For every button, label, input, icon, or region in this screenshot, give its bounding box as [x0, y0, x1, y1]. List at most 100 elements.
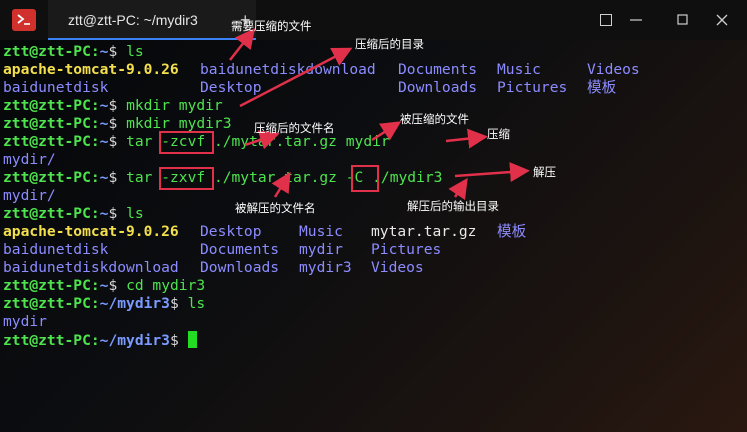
tab-title: ztt@ztt-PC: ~/mydir3: [68, 12, 198, 28]
dir-entry: 模板: [587, 79, 617, 96]
command-args: ./mydir3: [372, 169, 443, 186]
prompt-dollar: $: [108, 115, 118, 132]
ls-output-row: apache-tomcat-9.0.26 Desktop Music mytar.ta…: [3, 223, 747, 241]
prompt-user: ztt@ztt-PC: [3, 43, 91, 60]
close-button[interactable]: [704, 8, 740, 32]
command-text: ls: [126, 43, 144, 60]
annotation-label: 解压: [533, 167, 556, 179]
prompt-sep: :: [90, 332, 100, 349]
prompt-sep: :: [90, 295, 100, 312]
prompt-user: ztt@ztt-PC: [3, 295, 91, 312]
maximize-button[interactable]: [665, 8, 701, 32]
annotation-label: 压缩后的文件名: [254, 123, 335, 135]
command-text: ls: [126, 205, 144, 222]
command-args: ./mytar.tar.gz: [213, 169, 337, 186]
ls-output-row: baidunetdisk Documents mydir Pictures: [3, 241, 747, 259]
annotation-label: 被压缩的文件: [400, 114, 469, 126]
prompt-dollar: $: [108, 43, 118, 60]
tab-terminal[interactable]: ztt@ztt-PC: ~/mydir3: [48, 0, 256, 40]
prompt-dollar: $: [108, 133, 118, 150]
prompt-user: ztt@ztt-PC: [3, 332, 91, 349]
prompt-path: ~/mydir3: [99, 295, 170, 312]
terminal-line: ztt@ztt-PC:~$ mkdir mydir: [3, 97, 747, 115]
dir-entry: Downloads: [398, 79, 478, 96]
dir-entry: Desktop: [200, 79, 262, 96]
dir-entry: baidunetdisk: [3, 79, 109, 96]
annotation-label: 压缩后的目录: [355, 39, 424, 51]
prompt-dollar: $: [108, 277, 118, 294]
annotation-label: 被解压的文件名: [235, 203, 316, 215]
highlight-zxvf: [159, 167, 214, 190]
prompt-sep: :: [90, 277, 100, 294]
command-text: mkdir mydir3: [126, 115, 232, 132]
minimize-icon: [630, 19, 642, 21]
command-text: tar: [126, 169, 153, 186]
prompt-user: ztt@ztt-PC: [3, 97, 91, 114]
command-output: mydir: [3, 313, 47, 330]
dir-entry: Desktop: [200, 223, 262, 240]
prompt-sep: :: [90, 133, 100, 150]
terminal-line: ztt@ztt-PC:~$ ls: [3, 205, 747, 223]
dir-entry: baidunetdisk: [3, 241, 109, 258]
command-text: tar: [126, 133, 153, 150]
text-cursor: [187, 331, 197, 348]
prompt-sep: :: [90, 43, 100, 60]
dir-entry: Documents: [398, 61, 478, 78]
annotation-label: 需要压缩的文件: [231, 21, 312, 33]
terminal-line[interactable]: ztt@ztt-PC:~/mydir3$: [3, 331, 747, 349]
prompt-sep: :: [90, 115, 100, 132]
dir-entry: apache-tomcat-9.0.26: [3, 61, 179, 78]
ls-output-row: apache-tomcat-9.0.26 baidunetdiskdownload…: [3, 61, 747, 79]
ls-output-row: baidunetdisk Desktop Downloads Pictures 模板: [3, 79, 747, 97]
terminal-line: ztt@ztt-PC:~$ cd mydir3: [3, 277, 747, 295]
prompt-sep: :: [90, 169, 100, 186]
command-text: mkdir mydir: [126, 97, 223, 114]
dir-entry: baidunetdiskdownload: [3, 259, 179, 276]
prompt-user: ztt@ztt-PC: [3, 169, 91, 186]
close-icon: [716, 14, 728, 26]
prompt-user: ztt@ztt-PC: [3, 205, 91, 222]
minimize-button[interactable]: [618, 8, 654, 32]
terminal-line: ztt@ztt-PC:~$ tar -zcvf ./mytar.tar.gz m…: [3, 133, 747, 151]
prompt-user: ztt@ztt-PC: [3, 115, 91, 132]
dir-entry: Videos: [371, 259, 424, 276]
prompt-dollar: $: [108, 169, 118, 186]
title-bar: ztt@ztt-PC: ~/mydir3 +: [0, 0, 747, 40]
dir-entry: mydir: [299, 241, 343, 258]
prompt-user: ztt@ztt-PC: [3, 277, 91, 294]
terminal-window: ztt@ztt-PC: ~/mydir3 + ztt@ztt-PC:~$ ls …: [0, 0, 747, 432]
dir-entry: Documents: [200, 241, 280, 258]
prompt-path: ~/mydir3: [99, 332, 170, 349]
dir-entry: baidunetdiskdownload: [200, 61, 376, 78]
highlight-dest-option: [351, 165, 379, 192]
prompt-dollar: $: [108, 205, 118, 222]
highlight-zcvf: [159, 131, 214, 154]
dir-entry: 模板: [497, 223, 527, 240]
file-entry: mytar.tar.gz: [371, 223, 477, 240]
dir-entry: apache-tomcat-9.0.26: [3, 223, 179, 240]
command-text: cd mydir3: [126, 277, 206, 294]
annotation-label: 压缩: [487, 129, 510, 141]
dir-entry: Downloads: [200, 259, 280, 276]
command-text: ls: [187, 295, 206, 312]
terminal-line: ztt@ztt-PC:~$ mkdir mydir3: [3, 115, 747, 133]
prompt-dollar: $: [169, 295, 179, 312]
ls-output-row: baidunetdiskdownload Downloads mydir3 Video…: [3, 259, 747, 277]
menu-icon: [600, 14, 612, 26]
dir-entry: Music: [299, 223, 343, 240]
maximize-icon: [677, 14, 688, 25]
annotation-label: 解压后的输出目录: [407, 201, 499, 213]
prompt-dollar: $: [108, 97, 118, 114]
command-output: mydir/: [3, 187, 56, 204]
prompt-dollar: $: [169, 332, 179, 349]
dir-entry: Pictures: [371, 241, 442, 258]
terminal-icon[interactable]: [12, 9, 36, 31]
command-output: mydir/: [3, 151, 56, 168]
terminal-line: ztt@ztt-PC:~/mydir3$ ls: [3, 295, 747, 313]
dir-entry: Videos: [587, 61, 640, 78]
dir-entry: Pictures: [497, 79, 568, 96]
terminal-output[interactable]: ztt@ztt-PC:~$ ls apache-tomcat-9.0.26 bai…: [3, 43, 747, 349]
dir-entry: Music: [497, 61, 541, 78]
terminal-line: mydir: [3, 313, 747, 331]
prompt-sep: :: [90, 205, 100, 222]
